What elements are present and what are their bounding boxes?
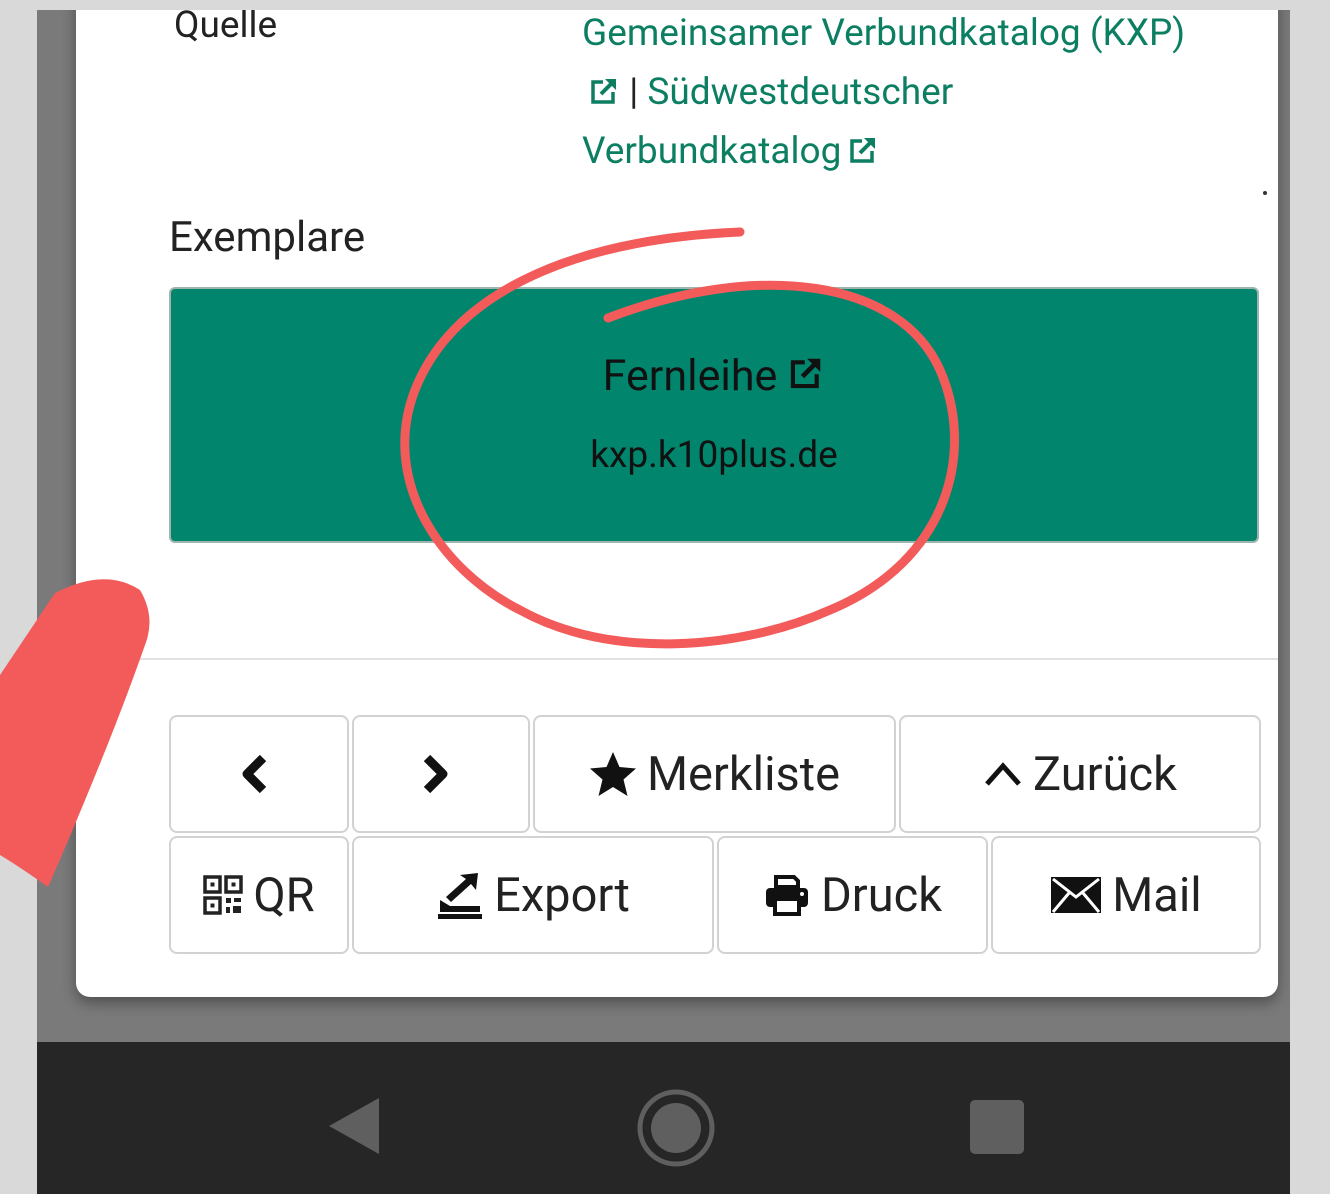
star-icon xyxy=(589,752,636,796)
previous-record-button[interactable] xyxy=(169,715,349,833)
export-label: Export xyxy=(494,867,630,923)
zurueck-label: Zurück xyxy=(1033,746,1177,802)
record-card: Quelle Gemeinsamer Verbundkatalog (KXP) … xyxy=(76,10,1278,997)
android-navigation-bar xyxy=(37,1042,1290,1194)
external-link-icon xyxy=(791,358,821,389)
print-icon xyxy=(765,875,808,916)
recents-square-icon[interactable] xyxy=(969,1099,1025,1155)
section-divider xyxy=(76,658,1278,660)
druck-label: Druck xyxy=(820,867,943,923)
mail-label: Mail xyxy=(1112,867,1202,923)
chevron-left-icon xyxy=(242,754,267,794)
zurueck-button[interactable]: Zurück xyxy=(899,715,1261,833)
merkliste-label: Merkliste xyxy=(646,746,841,802)
decorative-dot xyxy=(1263,191,1267,195)
fernleihe-button[interactable]: Fernleihe kxp.k10plus.de xyxy=(169,287,1259,543)
external-link-icon xyxy=(591,79,616,104)
qr-button[interactable]: QR xyxy=(169,836,349,954)
home-circle-icon[interactable] xyxy=(636,1088,716,1168)
chevron-up-icon xyxy=(985,762,1021,786)
back-triangle-icon[interactable] xyxy=(327,1096,381,1156)
mail-button[interactable]: Mail xyxy=(991,836,1261,954)
source-link-swb[interactable]: Südwestdeutscher Verbundkatalog xyxy=(582,71,953,173)
exemplare-heading: Exemplare xyxy=(169,213,366,262)
chevron-right-icon xyxy=(423,754,448,794)
druck-button[interactable]: Druck xyxy=(717,836,988,954)
fernleihe-label: Fernleihe xyxy=(602,351,778,401)
mail-icon xyxy=(1051,877,1102,913)
qr-code-icon xyxy=(203,875,244,915)
source-value: Gemeinsamer Verbundkatalog (KXP) | Südwe… xyxy=(582,10,1202,181)
phone-screen: Quelle Gemeinsamer Verbundkatalog (KXP) … xyxy=(37,10,1290,1194)
merkliste-button[interactable]: Merkliste xyxy=(533,715,896,833)
next-record-button[interactable] xyxy=(352,715,530,833)
export-icon xyxy=(438,873,483,919)
fernleihe-label-row: Fernleihe xyxy=(171,351,1257,401)
source-separator: | xyxy=(629,71,639,114)
qr-label: QR xyxy=(253,867,315,923)
source-label: Quelle xyxy=(174,10,278,47)
export-button[interactable]: Export xyxy=(352,836,714,954)
fernleihe-domain: kxp.k10plus.de xyxy=(590,434,838,477)
external-link-icon xyxy=(850,138,876,163)
